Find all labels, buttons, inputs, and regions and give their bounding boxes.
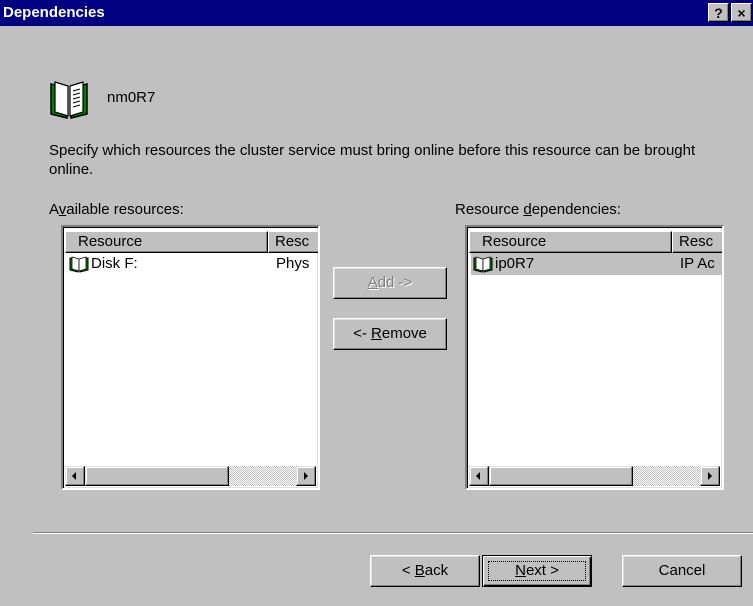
arrow-left-icon	[72, 472, 76, 480]
horizontal-scrollbar[interactable]	[469, 466, 720, 486]
title-bar: Dependencies ? ×	[0, 0, 753, 26]
scroll-left-button[interactable]	[469, 466, 489, 486]
help-icon: ?	[714, 5, 723, 21]
help-button[interactable]: ?	[708, 3, 729, 22]
arrow-right-icon	[304, 472, 308, 480]
remove-button[interactable]: <- Remove	[333, 318, 447, 350]
list-item[interactable]: ip0R7 IP Ac	[471, 253, 722, 275]
resource-dependencies-label: Resource dependencies:	[455, 201, 621, 218]
description-text: Specify which resources the cluster serv…	[49, 142, 696, 178]
resource-dependencies-list[interactable]: Resource Resc ip0R7 IP Ac	[465, 225, 724, 490]
next-button[interactable]: Next >	[482, 555, 592, 587]
separator	[33, 532, 753, 534]
resource-name-cell: ip0R7	[495, 255, 535, 272]
close-icon: ×	[737, 5, 746, 21]
cluster-resource-book-icon	[50, 81, 88, 119]
arrow-right-icon	[708, 472, 712, 480]
arrow-left-icon	[476, 472, 480, 480]
column-header-resource[interactable]: Resource	[469, 231, 672, 253]
cluster-resource-book-icon	[473, 256, 493, 273]
resource-type-cell: Phys	[276, 255, 310, 272]
resource-type-cell: IP Ac	[680, 255, 715, 272]
scroll-right-button[interactable]	[296, 466, 316, 486]
close-button[interactable]: ×	[731, 3, 752, 22]
list-item[interactable]: Disk F: Phys	[67, 253, 314, 275]
column-header-resource-type[interactable]: Resc	[268, 231, 318, 253]
resource-name-cell: Disk F:	[91, 255, 138, 272]
window-title: Dependencies	[3, 4, 105, 21]
scroll-thumb[interactable]	[85, 466, 229, 486]
scroll-thumb[interactable]	[489, 466, 633, 486]
resource-name: nm0R7	[107, 89, 156, 106]
add-button[interactable]: Add ->	[333, 267, 447, 299]
horizontal-scrollbar[interactable]	[65, 466, 316, 486]
cluster-resource-book-icon	[69, 256, 89, 273]
column-header-resource[interactable]: Resource	[65, 231, 268, 253]
scroll-left-button[interactable]	[65, 466, 85, 486]
available-resources-list[interactable]: Resource Resc Disk F: Phys	[61, 225, 320, 490]
available-resources-label: Available resources:	[49, 201, 184, 218]
column-header-resource-type[interactable]: Resc	[672, 231, 722, 253]
back-button[interactable]: < Back	[370, 555, 480, 587]
scroll-right-button[interactable]	[700, 466, 720, 486]
cancel-button[interactable]: Cancel	[622, 555, 742, 587]
